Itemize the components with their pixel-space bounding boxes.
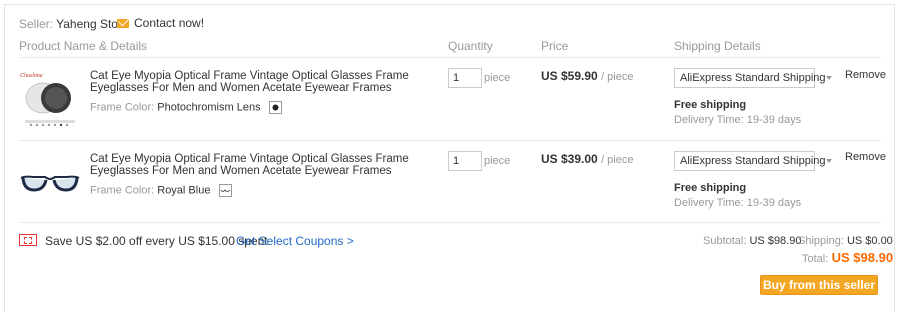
shipping-method-value: AliExpress Standard Shipping xyxy=(680,155,826,167)
header-divider xyxy=(19,57,881,58)
product-thumbnail[interactable]: Chashma xyxy=(19,68,81,130)
frame-color-value: Photochromism Lens xyxy=(157,101,261,114)
chevron-down-icon xyxy=(825,76,832,80)
shipping-total: Shipping: US $0.00 xyxy=(798,235,893,247)
total-label: Total: xyxy=(802,253,829,265)
glasses-product-image xyxy=(19,150,81,212)
shipping-total-label: Shipping: xyxy=(798,235,844,247)
remove-link[interactable]: Remove xyxy=(845,69,886,81)
item-price: US $59.90 / piece xyxy=(541,69,633,83)
lens-product-image: Chashma xyxy=(19,68,81,130)
item-divider xyxy=(19,140,881,141)
column-header-quantity: Quantity xyxy=(448,39,493,53)
delivery-time: Delivery Time: 19-39 days xyxy=(674,197,802,209)
mail-icon xyxy=(117,18,129,28)
seller-label: Seller: xyxy=(19,17,54,31)
color-swatch-icon xyxy=(218,184,232,197)
contact-now-link[interactable]: Contact now! xyxy=(117,16,204,30)
remove-link[interactable]: Remove xyxy=(845,151,886,163)
item-price: US $39.00 / piece xyxy=(541,152,633,166)
total-value: US $98.90 xyxy=(831,250,894,265)
product-variant: Frame Color: Royal Blue xyxy=(90,184,232,197)
shipping-method-select[interactable]: AliExpress Standard Shipping xyxy=(674,151,832,171)
price-unit: / piece xyxy=(601,71,634,83)
coupon-icon xyxy=(19,234,37,246)
shipping-cost: Free shipping xyxy=(674,182,747,194)
quantity-input[interactable] xyxy=(448,68,482,88)
quantity-unit: piece xyxy=(484,155,511,167)
frame-color-label: Frame Color: xyxy=(90,101,155,114)
subtotal: Subtotal: US $98.90 xyxy=(703,235,801,247)
order-total: Total: US $98.90 xyxy=(802,250,893,265)
product-variant: Frame Color: Photochromism Lens xyxy=(90,101,282,114)
subtotal-label: Subtotal: xyxy=(703,235,747,247)
column-header-shipping: Shipping Details xyxy=(674,39,761,53)
quantity-input[interactable] xyxy=(448,151,482,171)
thumb-brand: Chashma xyxy=(20,73,43,79)
coupon-text: Save US $2.00 off every US $15.00 spent xyxy=(45,234,268,248)
quantity-unit: piece xyxy=(484,72,511,84)
column-header-price: Price xyxy=(541,39,569,53)
shipping-method-value: AliExpress Standard Shipping xyxy=(680,72,826,84)
frame-color-value: Royal Blue xyxy=(157,184,211,197)
shipping-method-select[interactable]: AliExpress Standard Shipping xyxy=(674,68,832,88)
product-thumbnail[interactable] xyxy=(19,150,81,212)
shipping-total-value: US $0.00 xyxy=(846,235,893,247)
column-header-product: Product Name & Details xyxy=(19,39,148,53)
chevron-down-icon xyxy=(825,159,832,163)
seller-info: Seller: Yaheng Store xyxy=(19,17,129,31)
price-value: US $59.90 xyxy=(541,69,598,83)
shipping-cost: Free shipping xyxy=(674,99,747,111)
seller-cart-panel: Seller: Yaheng Store Contact now! Produc… xyxy=(4,4,895,312)
product-title[interactable]: Cat Eye Myopia Optical Frame Vintage Opt… xyxy=(90,70,420,94)
price-value: US $39.00 xyxy=(541,152,598,166)
item-divider xyxy=(19,222,881,223)
delivery-time: Delivery Time: 19-39 days xyxy=(674,114,802,126)
contact-now-label: Contact now! xyxy=(134,16,205,30)
product-title[interactable]: Cat Eye Myopia Optical Frame Vintage Opt… xyxy=(90,153,420,177)
buy-from-seller-button[interactable]: Buy from this seller xyxy=(760,275,878,295)
frame-color-label: Frame Color: xyxy=(90,184,155,197)
color-swatch-icon xyxy=(268,101,282,114)
get-coupons-link[interactable]: Get Select Coupons > xyxy=(236,234,354,248)
price-unit: / piece xyxy=(601,154,634,166)
subtotal-value: US $98.90 xyxy=(749,235,802,247)
